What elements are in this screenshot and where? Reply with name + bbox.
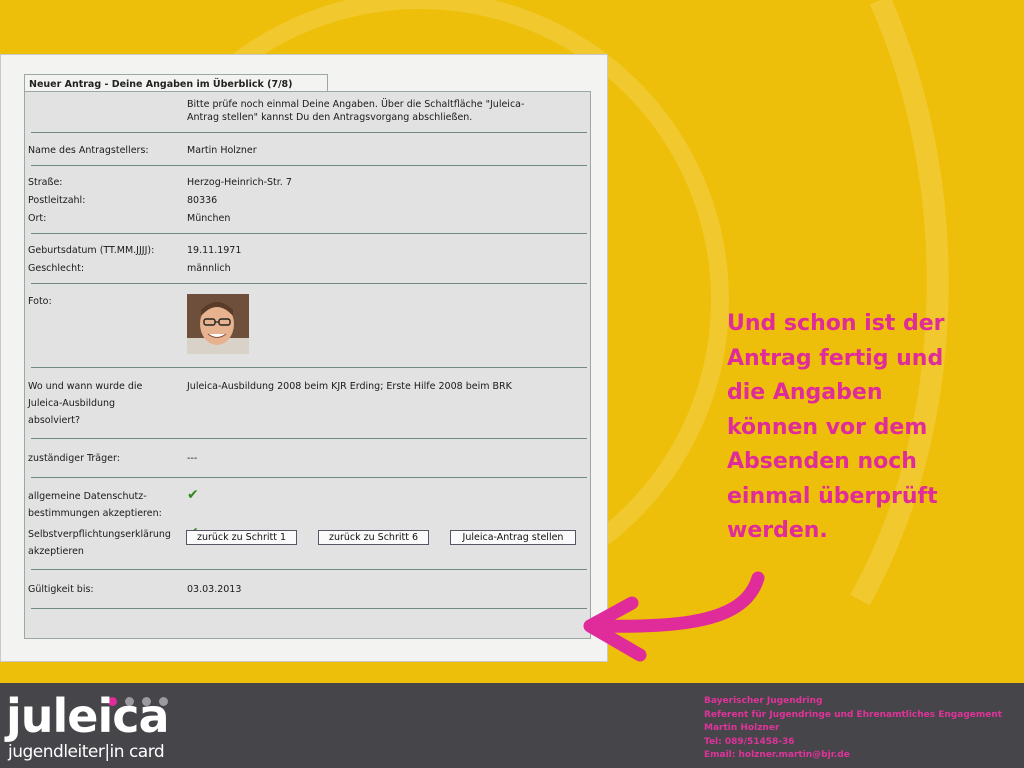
juleica-logo: juleica — [6, 689, 170, 743]
callout-line: Antrag fertig und — [727, 345, 944, 371]
juleica-logo-subtitle: jugendleiter|in card — [8, 742, 165, 762]
training-label-line-3: absolviert? — [28, 415, 81, 426]
city-label: Ort: — [28, 213, 47, 224]
contact-line: Tel: 089/51458-36 — [704, 736, 795, 747]
city-value: München — [187, 213, 231, 224]
applicant-photo — [187, 294, 249, 354]
separator — [31, 165, 587, 166]
callout-line: einmal überprüft — [727, 483, 938, 509]
separator — [31, 283, 587, 284]
gender-label: Geschlecht: — [28, 263, 85, 274]
separator — [31, 569, 587, 570]
commitment-label-line-1: Selbstverpflichtungserklärung — [28, 529, 171, 540]
street-label: Straße: — [28, 177, 63, 188]
overview-form: Bitte prüfe noch einmal Deine Angaben. Ü… — [24, 91, 591, 639]
gender-value: männlich — [187, 263, 231, 274]
callout-line: Absenden noch — [727, 449, 917, 474]
contact-line: Email: holzner.martin@bjr.de — [704, 750, 850, 761]
validity-label: Gültigkeit bis: — [28, 584, 94, 595]
back-to-step-1-button[interactable]: zurück zu Schritt 1 — [186, 530, 297, 545]
training-value: Juleica-Ausbildung 2008 beim KJR Erding;… — [187, 381, 512, 392]
privacy-label-line-2: bestimmungen akzeptieren: — [28, 508, 162, 519]
name-label: Name des Antragstellers: — [28, 145, 149, 156]
contact-info: Bayerischer Jugendring Referent für Juge… — [704, 695, 1002, 763]
zip-label: Postleitzahl: — [28, 195, 86, 206]
separator — [31, 477, 587, 478]
zip-value: 80336 — [187, 195, 218, 206]
photo-label: Foto: — [28, 296, 52, 307]
name-value: Martin Holzner — [187, 145, 257, 156]
checkmark-icon: ✔ — [187, 487, 199, 503]
training-label-line-2: Juleica-Ausbildung — [28, 398, 116, 409]
callout-line: werden. — [727, 518, 828, 543]
birthdate-value: 19.11.1971 — [187, 245, 242, 256]
submit-application-button[interactable]: Juleica-Antrag stellen — [450, 530, 576, 545]
street-value: Herzog-Heinrich-Str. 7 — [187, 177, 292, 188]
validity-value: 03.03.2013 — [187, 584, 242, 595]
callout-line: die Angaben — [727, 380, 883, 405]
carrier-value: --- — [187, 453, 198, 464]
separator — [31, 132, 587, 133]
callout-line: Und schon ist der — [727, 311, 945, 336]
separator — [31, 608, 587, 609]
contact-line: Referent für Jugendringe und Ehrenamtlic… — [704, 709, 1003, 720]
birthdate-label: Geburtsdatum (TT.MM.JJJJ): — [28, 245, 155, 256]
contact-line: Bayerischer Jugendring — [704, 696, 823, 706]
commitment-label-line-2: akzeptieren — [28, 546, 84, 557]
training-label-line-1: Wo und wann wurde die — [28, 381, 143, 392]
tab-overview[interactable]: Neuer Antrag - Deine Angaben im Überblic… — [24, 74, 328, 92]
callout-line: können vor dem — [727, 414, 928, 440]
privacy-label-line-1: allgemeine Datenschutz- — [28, 491, 147, 502]
separator — [31, 233, 587, 234]
separator — [31, 367, 587, 368]
intro-line-2: Antrag stellen" kannst Du den Antragsvor… — [187, 112, 473, 123]
carrier-label: zuständiger Träger: — [28, 453, 120, 464]
callout-text: Und schon ist der Antrag fertig und die … — [727, 307, 987, 549]
back-to-step-6-button[interactable]: zurück zu Schritt 6 — [318, 530, 429, 545]
separator — [31, 438, 587, 439]
contact-line: Martin Holzner — [704, 723, 780, 734]
